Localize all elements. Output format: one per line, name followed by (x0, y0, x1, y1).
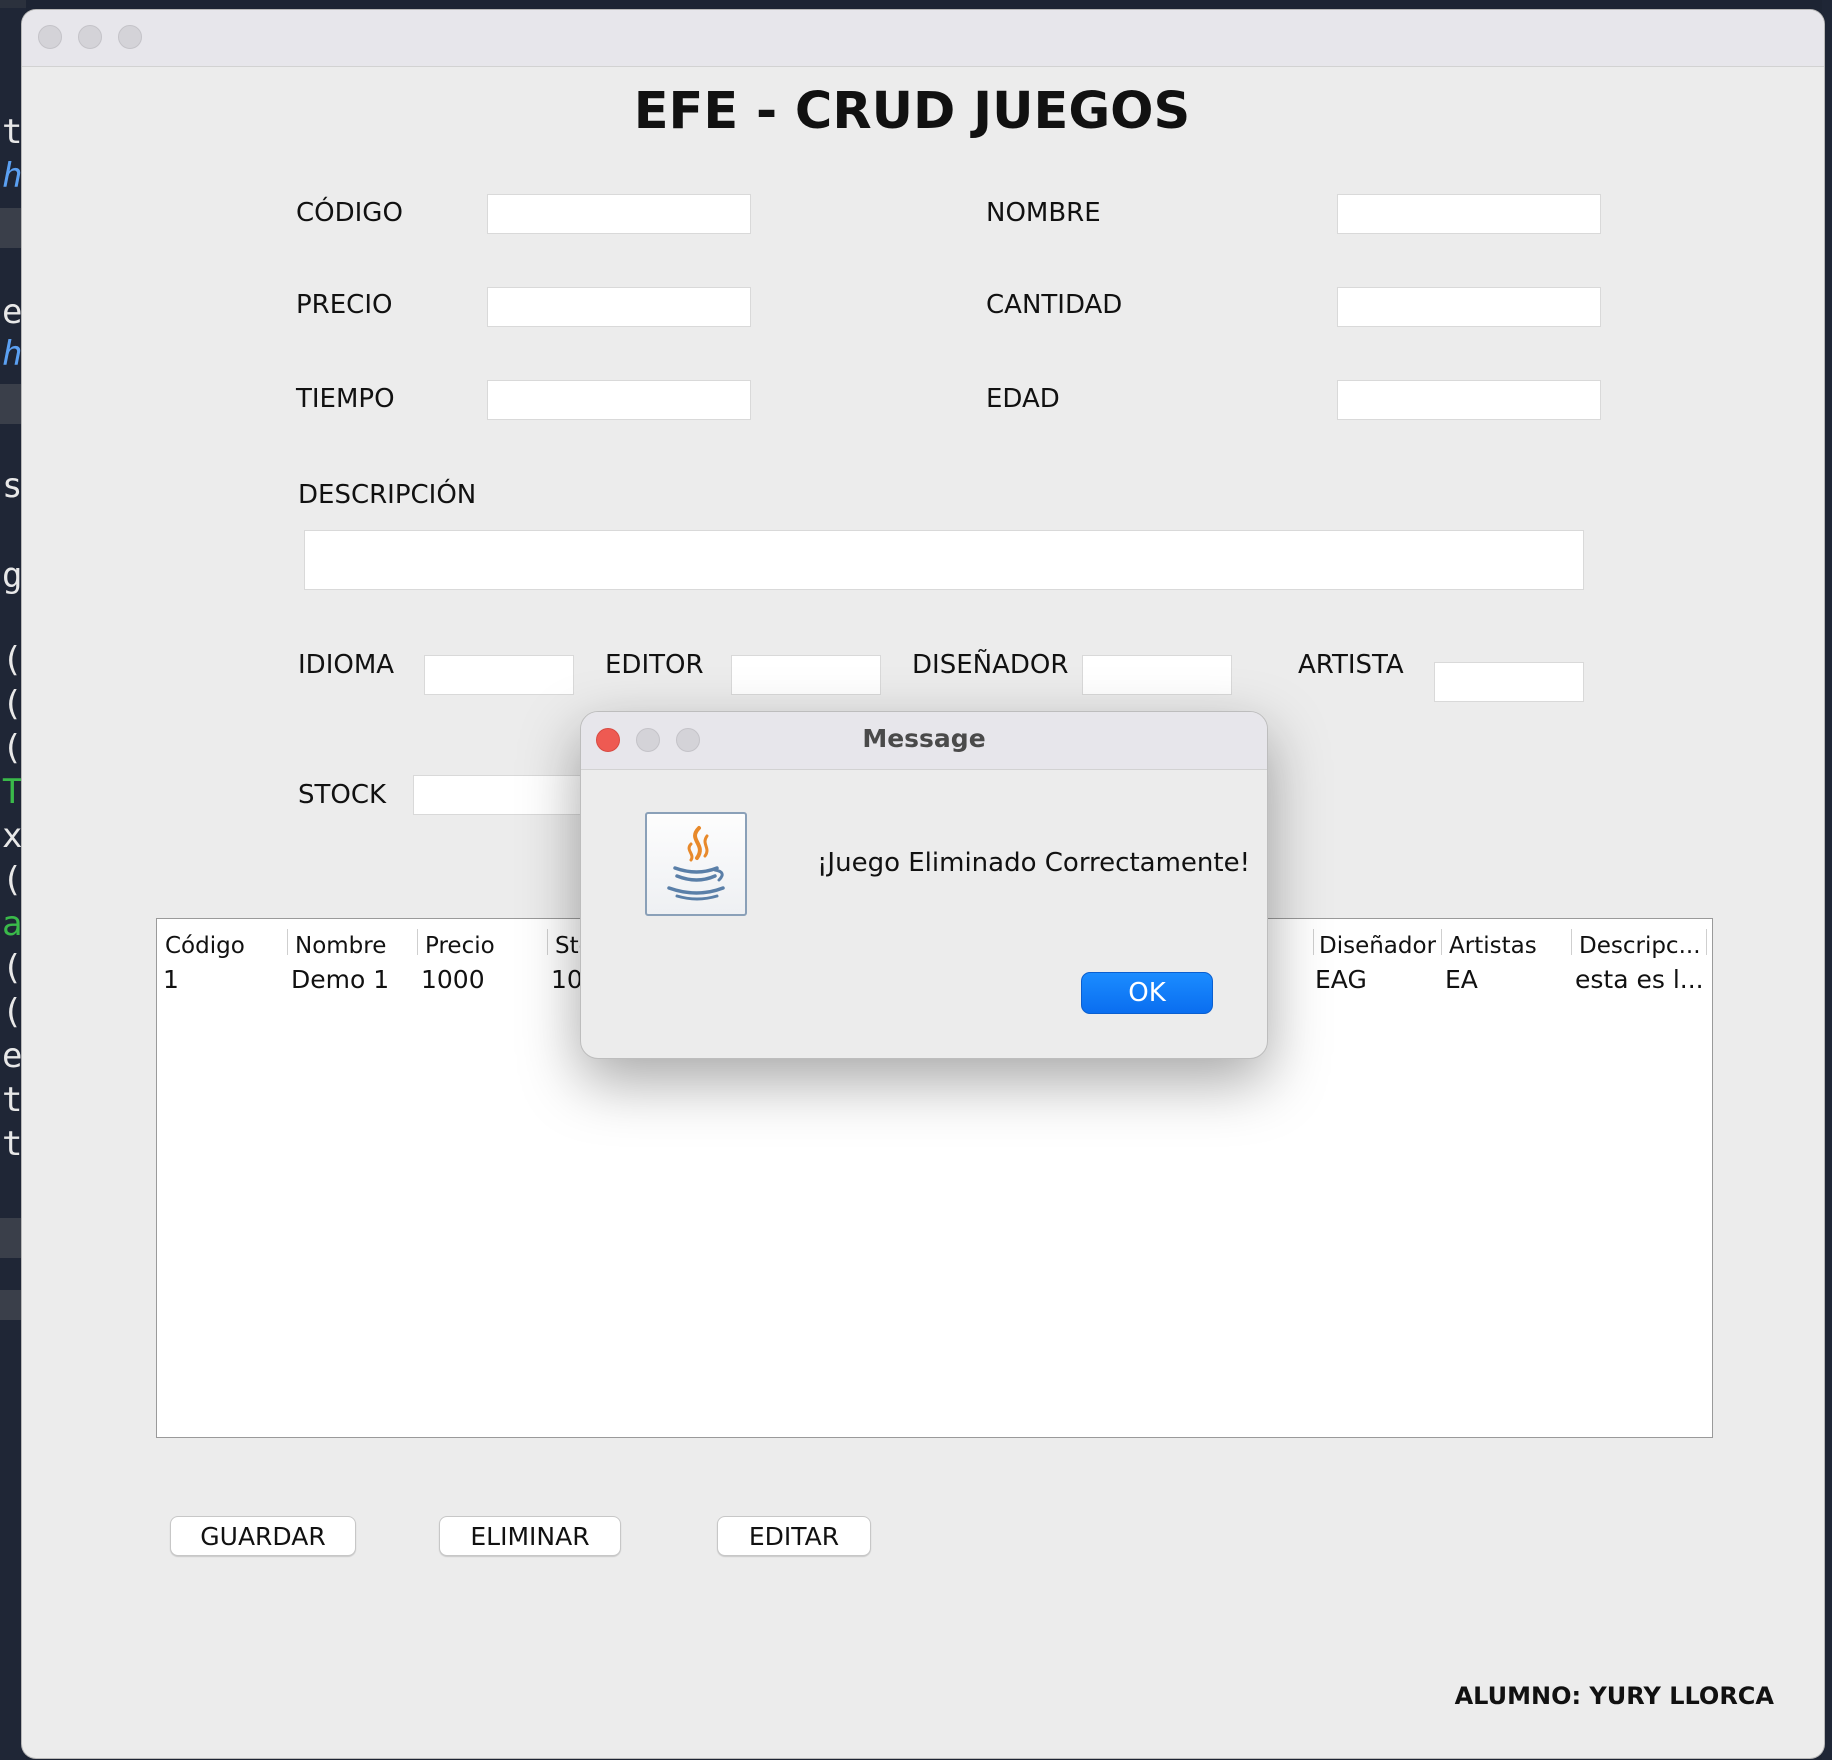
message-dialog: Message ¡Juego Eliminado Correctamente! … (580, 711, 1268, 1059)
precio-field[interactable] (487, 287, 751, 327)
column-header-codigo[interactable]: Código (165, 933, 245, 959)
column-header-nombre[interactable]: Nombre (295, 933, 386, 959)
guardar-button[interactable]: GUARDAR (170, 1516, 356, 1556)
idioma-field[interactable] (424, 655, 574, 695)
dialog-message: ¡Juego Eliminado Correctamente! (817, 848, 1250, 878)
cantidad-field[interactable] (1337, 287, 1601, 327)
cell-nombre: Demo 1 (291, 965, 390, 994)
disenador-field[interactable] (1082, 655, 1232, 695)
codigo-field[interactable] (487, 194, 751, 234)
cell-codigo: 1 (163, 965, 179, 994)
nombre-field[interactable] (1337, 194, 1601, 234)
column-header-precio[interactable]: Precio (425, 933, 495, 959)
disenador-label: DISEÑADOR (912, 650, 1069, 680)
zoom-icon[interactable] (118, 25, 142, 49)
editor-field[interactable] (731, 655, 881, 695)
edad-label: EDAD (986, 384, 1060, 414)
close-icon[interactable] (38, 25, 62, 49)
column-header-artistas[interactable]: Artistas (1449, 933, 1537, 959)
codigo-label: CÓDIGO (296, 198, 403, 228)
cell-descripcion: esta es l... (1575, 965, 1704, 994)
window-titlebar[interactable] (22, 10, 1824, 67)
artista-field[interactable] (1434, 662, 1584, 702)
java-icon (645, 812, 747, 916)
nombre-label: NOMBRE (986, 198, 1101, 228)
page-title: EFE - CRUD JUEGOS (633, 82, 1191, 141)
minimize-icon[interactable] (78, 25, 102, 49)
dialog-titlebar[interactable]: Message (581, 712, 1267, 770)
cantidad-label: CANTIDAD (986, 290, 1123, 320)
ok-button[interactable]: OK (1081, 972, 1213, 1014)
editor-label: EDITOR (605, 650, 704, 680)
descripcion-label: DESCRIPCIÓN (298, 480, 477, 510)
tiempo-label: TIEMPO (296, 384, 395, 414)
student-credit: ALUMNO: YURY LLORCA (1454, 1682, 1774, 1710)
cell-precio: 1000 (421, 965, 485, 994)
descripcion-field[interactable] (304, 530, 1584, 590)
cell-artistas: EA (1445, 965, 1478, 994)
edad-field[interactable] (1337, 380, 1601, 420)
editar-button[interactable]: EDITAR (717, 1516, 871, 1556)
precio-label: PRECIO (296, 290, 393, 320)
cell-disenador: EAG (1315, 965, 1367, 994)
idioma-label: IDIOMA (298, 650, 395, 680)
eliminar-button[interactable]: ELIMINAR (439, 1516, 621, 1556)
column-header-disenador[interactable]: Diseñador (1319, 933, 1436, 959)
stock-label: STOCK (298, 780, 387, 810)
column-header-descripcion[interactable]: Descripc... (1579, 933, 1703, 959)
artista-label: ARTISTA (1298, 650, 1404, 680)
tiempo-field[interactable] (487, 380, 751, 420)
dialog-title: Message (862, 724, 986, 753)
